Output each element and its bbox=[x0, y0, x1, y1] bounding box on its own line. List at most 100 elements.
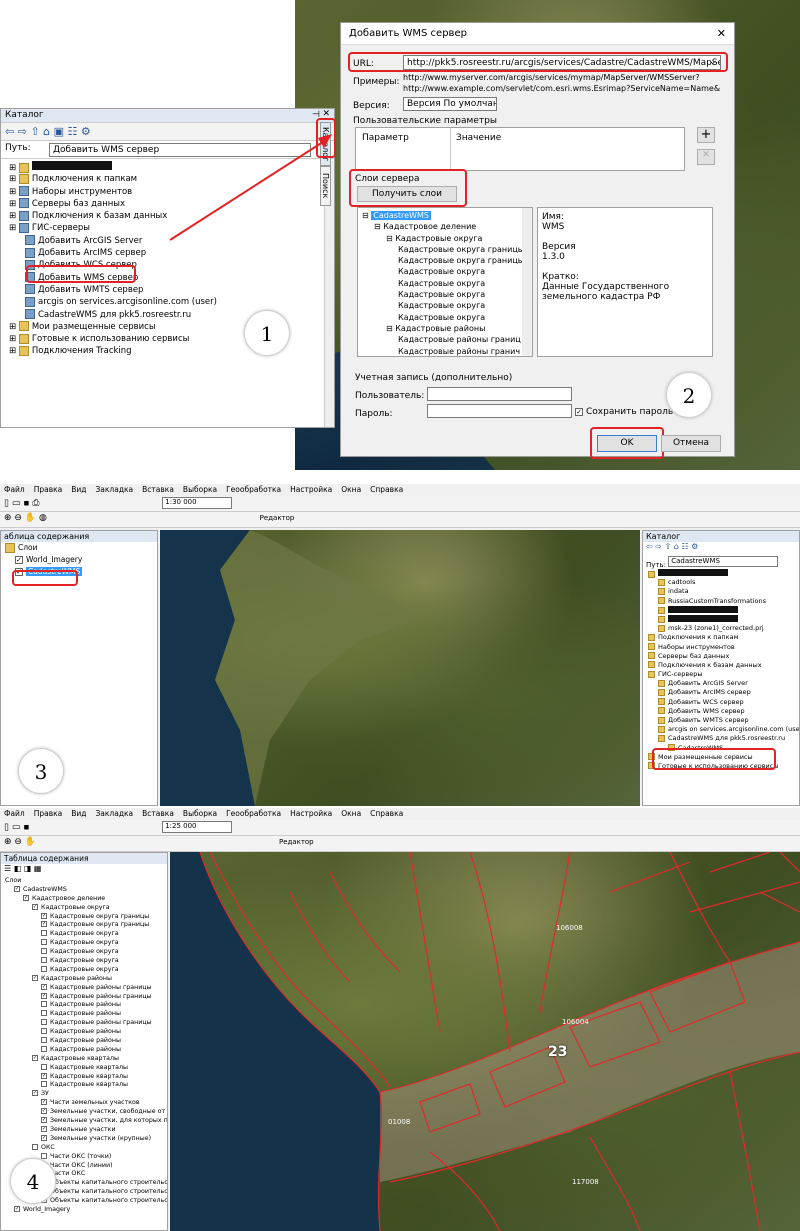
new-icon[interactable]: ▯ bbox=[4, 499, 9, 509]
layer-checkbox[interactable]: ✓ bbox=[41, 1108, 47, 1115]
catalog-path-input-3[interactable]: CadastreWMS bbox=[668, 556, 779, 567]
menu-item[interactable]: Выборка bbox=[183, 485, 217, 494]
catalog-item-3[interactable]: Добавить WMTS сервер bbox=[646, 716, 796, 725]
layer-checkbox[interactable]: ✓ bbox=[32, 903, 38, 910]
menu-item[interactable]: Справка bbox=[370, 485, 403, 494]
toc-layer-item[interactable]: ✓ Земельные участки (крупные) bbox=[3, 1134, 165, 1143]
version-select[interactable]: Версия По умолчанию bbox=[403, 97, 497, 111]
layer-checkbox[interactable] bbox=[41, 1019, 47, 1026]
toc-layer-item[interactable]: Кадастровые округа bbox=[3, 938, 165, 947]
save-icon-4[interactable]: ▪ bbox=[23, 823, 29, 833]
scale-select-3[interactable]: 1:30 000 bbox=[162, 497, 233, 509]
zoom-out-icon-4[interactable]: ⊖ bbox=[14, 837, 22, 847]
layer-checkbox[interactable] bbox=[41, 1001, 47, 1008]
catalog-item[interactable]: Добавить WMTS сервер bbox=[5, 284, 330, 296]
home-icon[interactable]: ⌂ bbox=[43, 125, 50, 138]
menu-item[interactable]: Настройка bbox=[290, 485, 332, 494]
toc-layer-item[interactable]: Кадастровые районы границы bbox=[3, 1018, 165, 1027]
layer-checkbox[interactable]: ✓ bbox=[41, 921, 47, 928]
toc-layer-item[interactable]: ✓ Кадастровые районы границы bbox=[3, 992, 165, 1001]
toc-layer-item[interactable]: Кадастровые районы bbox=[3, 1027, 165, 1036]
server-layer-item[interactable]: Кадастровые округа bbox=[360, 312, 530, 323]
back-icon[interactable]: ⇦ bbox=[5, 125, 14, 138]
layer-checkbox[interactable]: ✓ bbox=[32, 974, 38, 981]
menu-item[interactable]: Вставка bbox=[142, 809, 174, 818]
toc-layer-item[interactable]: Кадастровые округа bbox=[3, 947, 165, 956]
add-param-button[interactable]: + bbox=[697, 127, 715, 143]
remove-param-button[interactable]: ✕ bbox=[697, 149, 715, 165]
layer-checkbox[interactable]: ✓ bbox=[41, 912, 47, 919]
toc-layer-item[interactable]: Кадастровые районы bbox=[3, 1000, 165, 1009]
toc-layer-item[interactable]: Кадастровые кварталы bbox=[3, 1080, 165, 1089]
toc-layer-item[interactable]: ✓ Кадастровые округа границы bbox=[3, 920, 165, 929]
pan-icon[interactable]: ✋ bbox=[25, 513, 36, 523]
menu-item[interactable]: Правка bbox=[34, 809, 63, 818]
toc-layer-item[interactable]: Кадастровые районы bbox=[3, 1009, 165, 1018]
print-icon[interactable]: ⎙ bbox=[32, 499, 39, 509]
server-layer-item[interactable]: Кадастровые районы гранич bbox=[360, 346, 530, 356]
menu-item[interactable]: Выборка bbox=[183, 809, 217, 818]
layer-checkbox[interactable] bbox=[41, 957, 47, 964]
layer-checkbox[interactable] bbox=[41, 1037, 47, 1044]
views-icon[interactable]: ☷ bbox=[68, 125, 78, 138]
catalog-item-3[interactable]: cadtools bbox=[646, 578, 796, 587]
layer-checkbox[interactable]: ✓ bbox=[14, 885, 20, 892]
toc-layer-item[interactable]: ✓ Кадастровые округа границы bbox=[3, 912, 165, 921]
catalog-item-3[interactable]: msk-23 (zone1)_corrected.prj bbox=[646, 624, 796, 633]
cancel-button[interactable]: Отмена bbox=[661, 435, 721, 452]
dialog-close-icon[interactable]: ✕ bbox=[717, 27, 726, 40]
layer-checkbox[interactable] bbox=[41, 1010, 47, 1017]
catalog-item-3[interactable] bbox=[646, 569, 796, 578]
server-layer-item[interactable]: Кадастровые округа границы bbox=[360, 244, 530, 255]
catalog-item-3[interactable]: arcgis on services.arcgisonline.com (use… bbox=[646, 725, 799, 734]
server-layer-item[interactable]: Кадастровые округа bbox=[360, 289, 530, 300]
toc-world-imagery-3[interactable]: ✓ World_Imagery bbox=[1, 554, 157, 566]
menu-item[interactable]: Справка bbox=[370, 809, 403, 818]
menu-item[interactable]: Вид bbox=[71, 485, 86, 494]
options-icon[interactable]: ⚙ bbox=[81, 125, 91, 138]
menu-item[interactable]: Файл bbox=[4, 485, 25, 494]
menu-item[interactable]: Настройка bbox=[290, 809, 332, 818]
catalog-item-3[interactable]: Серверы баз данных bbox=[646, 652, 796, 661]
toc-layer-item[interactable]: ✓ Кадастровые кварталы bbox=[3, 1072, 165, 1081]
layer-checkbox[interactable] bbox=[41, 1152, 47, 1159]
menu-item[interactable]: Геообработка bbox=[226, 809, 281, 818]
layer-checkbox[interactable] bbox=[41, 1028, 47, 1035]
zoom-in-icon-4[interactable]: ⊕ bbox=[4, 837, 12, 847]
layer-checkbox[interactable]: ✓ bbox=[41, 1072, 47, 1079]
layer-checkbox[interactable]: ✓ bbox=[32, 1054, 38, 1061]
toc-layer-item[interactable]: ОКС bbox=[3, 1143, 165, 1152]
layer-checkbox[interactable] bbox=[41, 939, 47, 946]
catalog-item-3[interactable] bbox=[646, 605, 796, 615]
toc-layer-item[interactable]: Кадастровые районы bbox=[3, 1036, 165, 1045]
toc-layer-item[interactable]: ✓ CadastreWMS bbox=[3, 885, 165, 894]
toc-layer-item[interactable]: ✓ Земельные участки bbox=[3, 1125, 165, 1134]
server-layer-item[interactable]: Кадастровые округа bbox=[360, 266, 530, 277]
menu-item[interactable]: Геообработка bbox=[226, 485, 281, 494]
catalog-item-3[interactable]: Наборы инструментов bbox=[646, 643, 796, 652]
toc-layer-item[interactable]: Кадастровые районы bbox=[3, 1045, 165, 1054]
layer-checkbox[interactable]: ✓ bbox=[41, 983, 47, 990]
layer-checkbox[interactable]: ✓ bbox=[41, 1125, 47, 1132]
globe-icon[interactable]: ◍ bbox=[39, 513, 47, 523]
toc-layer-item[interactable]: ✓ Кадастровые округа bbox=[3, 903, 165, 912]
catalog-item-3[interactable]: Подключения к базам данных bbox=[646, 661, 796, 670]
toc-layer-item[interactable]: ✓ Кадастровое деление bbox=[3, 894, 165, 903]
toc-layer-item[interactable]: ✓ Части земельных участков bbox=[3, 1098, 165, 1107]
toc-layer-item[interactable]: Кадастровые округа bbox=[3, 965, 165, 974]
zoom-out-icon[interactable]: ⊖ bbox=[14, 513, 22, 523]
layer-checkbox[interactable]: ✓ bbox=[14, 1205, 20, 1212]
catalog-item[interactable]: arcgis on services.arcgisonline.com (use… bbox=[5, 296, 330, 308]
forward-icon[interactable]: ⇨ bbox=[18, 125, 27, 138]
layer-checkbox[interactable] bbox=[32, 1143, 38, 1150]
menu-item[interactable]: Закладка bbox=[96, 485, 134, 494]
toc-layer-item[interactable]: ✓ World_Imagery bbox=[3, 1205, 165, 1214]
server-layer-item[interactable]: Кадастровые округа bbox=[360, 278, 530, 289]
server-layer-item[interactable]: Кадастровые районы границ bbox=[360, 334, 530, 345]
toc-layer-item[interactable]: ✓ ЗУ bbox=[3, 1089, 165, 1098]
catalog-item-3[interactable]: Подключения к папкам bbox=[646, 633, 796, 642]
menu-item[interactable]: Окна bbox=[341, 485, 361, 494]
open-icon-4[interactable]: ▭ bbox=[12, 823, 21, 833]
layer-checkbox[interactable] bbox=[41, 1045, 47, 1052]
layer-checkbox[interactable]: ✓ bbox=[41, 992, 47, 999]
